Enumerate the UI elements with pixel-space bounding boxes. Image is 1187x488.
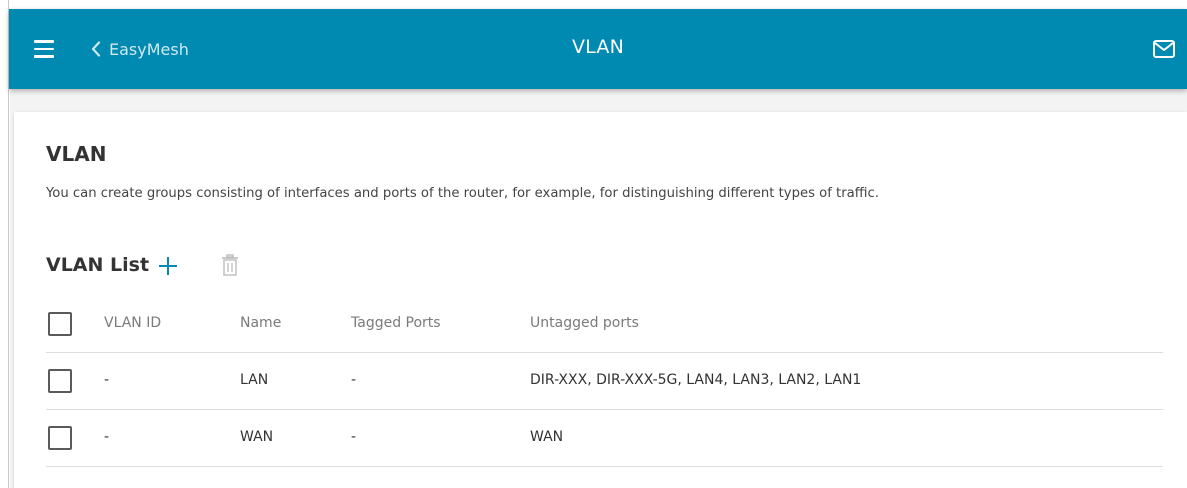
vlan-name-cell: WAN (240, 429, 274, 445)
trash-icon[interactable] (221, 254, 239, 276)
table-header-row: VLAN ID Name Tagged Ports Untagged ports (46, 296, 1163, 353)
vlan-id-cell: - (104, 429, 110, 445)
envelope-icon[interactable] (1152, 39, 1176, 59)
tagged-ports-cell: - (351, 372, 357, 388)
row-checkbox[interactable] (48, 426, 72, 450)
column-header-vlan-id: VLAN ID (104, 315, 162, 331)
page-title: VLAN (571, 36, 625, 58)
tagged-ports-cell: - (351, 429, 357, 445)
window-frame-top (0, 0, 1187, 9)
untagged-ports-cell: WAN (530, 429, 564, 445)
untagged-ports-cell: DIR-XXX, DIR-XXX-5G, LAN4, LAN3, LAN2, L… (530, 372, 862, 388)
select-all-checkbox[interactable] (48, 312, 72, 336)
vlan-name-cell: LAN (240, 372, 269, 388)
section-description: You can create groups consisting of inte… (46, 186, 879, 201)
column-header-untagged-ports: Untagged ports (530, 315, 639, 331)
plus-icon[interactable] (157, 255, 179, 277)
section-title: VLAN (46, 142, 107, 166)
table-row[interactable]: - LAN - DIR-XXX, DIR-XXX-5G, LAN4, LAN3,… (46, 352, 1163, 409)
column-header-name: Name (240, 315, 282, 331)
vlan-id-cell: - (104, 372, 110, 388)
table-row[interactable]: - WAN - WAN (46, 409, 1163, 467)
window-frame-left (0, 0, 9, 488)
vlan-list-title: VLAN List (46, 254, 150, 276)
row-checkbox[interactable] (48, 369, 72, 393)
column-header-tagged-ports: Tagged Ports (351, 315, 441, 331)
top-bar: EasyMesh VLAN (9, 9, 1187, 89)
